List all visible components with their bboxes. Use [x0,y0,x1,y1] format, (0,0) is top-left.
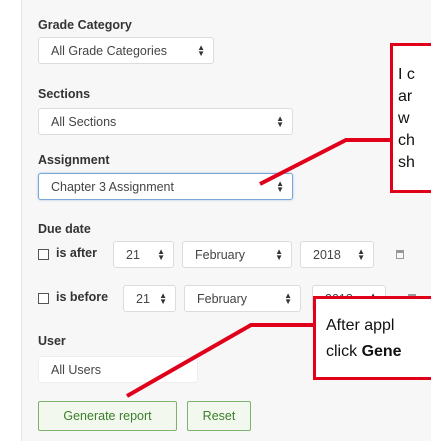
select-arrows-icon: ▲▼ [284,290,292,306]
sections-value: All Sections [51,114,117,129]
due-date-label: Due date [38,222,91,236]
grade-category-label: Grade Category [38,18,132,32]
select-arrows-icon: ▲▼ [357,246,365,262]
after-month-select[interactable]: February ▲ ▼ [182,241,292,268]
reset-button[interactable]: Reset [187,401,251,431]
grade-category-select[interactable]: All Grade Categories ▲ ▼ [38,37,214,64]
is-before-label: is before [56,290,109,304]
after-year-select[interactable]: 2018 ▲ ▼ [300,241,374,268]
user-label: User [38,334,66,348]
annotation-callout-bottom: After appl click Gene [313,296,431,380]
select-arrows-icon: ▲▼ [276,178,284,194]
callout-top-line: ar [398,88,413,105]
after-day-select[interactable]: 21 ▲ ▼ [113,241,174,268]
generate-report-button[interactable]: Generate report [38,401,177,431]
callout-bottom-bold: Gene [361,343,402,360]
callout-bottom-prefix: click [326,343,362,360]
user-select[interactable]: All Users [38,356,198,383]
is-before-checkbox[interactable] [38,293,49,304]
calendar-icon[interactable] [396,250,404,259]
after-month-value: February [195,247,246,262]
select-arrows-icon: ▲▼ [159,290,167,306]
is-after-checkbox[interactable] [38,249,49,260]
after-year-value: 2018 [313,247,341,262]
before-day-select[interactable]: 21 ▲ ▼ [123,285,176,312]
assignment-value: Chapter 3 Assignment [51,179,174,194]
annotation-callout-top: I c ar w ch sh [390,43,431,193]
select-arrows-icon: ▲▼ [276,113,284,129]
callout-bottom-line: After appl [326,317,395,334]
select-arrows-icon: ▲▼ [157,246,165,262]
user-value: All Users [51,362,102,377]
callout-top-line: w [398,110,410,127]
callout-top-line: ch [398,132,415,149]
callout-bottom-line: click Gene [326,339,431,365]
after-day-value: 21 [126,247,140,262]
sections-label: Sections [38,87,91,101]
select-arrows-icon: ▲▼ [197,42,205,58]
is-after-label: is after [56,246,97,260]
callout-top-line: I c [398,66,415,83]
assignment-select[interactable]: Chapter 3 Assignment ▲ ▼ [38,173,293,200]
before-month-value: February [197,291,248,306]
callout-top-line: sh [398,154,415,171]
assignment-label: Assignment [38,153,110,167]
select-arrows-icon: ▲▼ [275,246,283,262]
before-month-select[interactable]: February ▲ ▼ [184,285,301,312]
before-day-value: 21 [136,291,150,306]
grade-category-value: All Grade Categories [51,43,168,58]
sections-select[interactable]: All Sections ▲ ▼ [38,108,293,135]
